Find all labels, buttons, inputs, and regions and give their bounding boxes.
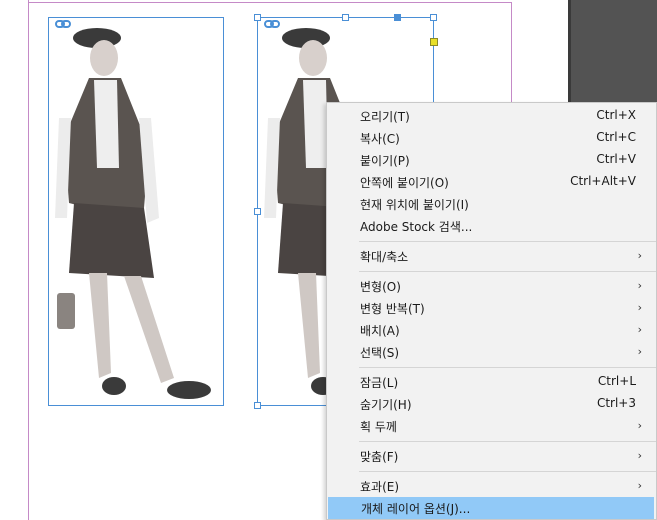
- menu-item[interactable]: 배치(A) ›: [327, 319, 656, 341]
- menu-item-label: 맞춤(F): [360, 450, 399, 464]
- menu-separator: [359, 441, 656, 442]
- submenu-arrow-icon: ›: [637, 345, 642, 358]
- menu-item-shortcut: Ctrl+3: [596, 396, 636, 410]
- panel-divider: [568, 0, 571, 102]
- submenu-arrow-icon: ›: [637, 479, 642, 492]
- menu-item-shortcut: Ctrl+Alt+V: [570, 174, 636, 188]
- menu-item-label: 확대/축소: [360, 250, 409, 264]
- submenu-arrow-icon: ›: [637, 301, 642, 314]
- model-figure-1: [55, 28, 211, 399]
- menu-item-shortcut: Ctrl+V: [596, 152, 636, 166]
- menu-item-label: 복사(C): [360, 132, 400, 146]
- menu-item-label: 변형 반복(T): [360, 302, 425, 316]
- menu-item[interactable]: 숨기기(H) Ctrl+3: [327, 393, 656, 415]
- submenu-arrow-icon: ›: [637, 323, 642, 336]
- menu-item[interactable]: 획 두께 ›: [327, 415, 656, 437]
- menu-item-label: 획 두께: [360, 420, 397, 434]
- resize-handle-middle-left[interactable]: [254, 208, 261, 215]
- menu-item[interactable]: 변형(O) ›: [327, 275, 656, 297]
- menu-item[interactable]: 개체 레이어 옵션(J)...: [328, 497, 654, 519]
- menu-item-label: 안쪽에 붙이기(O): [360, 176, 449, 190]
- image-frame-1[interactable]: [48, 17, 224, 406]
- menu-item-shortcut: Ctrl+C: [596, 130, 636, 144]
- menu-item-label: 오리기(T): [360, 110, 410, 124]
- menu-item-label: 효과(E): [360, 480, 400, 494]
- resize-handle-bottom-left[interactable]: [254, 402, 261, 409]
- link-icon: [55, 13, 71, 28]
- menu-item-label: 현재 위치에 붙이기(I): [360, 198, 469, 212]
- menu-item[interactable]: 선택(S) ›: [327, 341, 656, 363]
- menu-item[interactable]: 효과(E) ›: [327, 475, 656, 497]
- submenu-arrow-icon: ›: [637, 419, 642, 432]
- menu-item-label: 개체 레이어 옵션(J)...: [361, 502, 471, 516]
- menu-item[interactable]: 안쪽에 붙이기(O) Ctrl+Alt+V: [327, 171, 656, 193]
- menu-item[interactable]: Adobe Stock 검색...: [327, 215, 656, 237]
- menu-item-shortcut: Ctrl+X: [596, 108, 636, 122]
- menu-item[interactable]: 변형 반복(T) ›: [327, 297, 656, 319]
- menu-item-shortcut: Ctrl+L: [597, 374, 636, 388]
- menu-item-label: Adobe Stock 검색...: [360, 220, 473, 234]
- submenu-arrow-icon: ›: [637, 449, 642, 462]
- context-menu: 오리기(T) Ctrl+X 복사(C) Ctrl+C 붙이기(P) Ctrl+V 안쪽에 붙…: [326, 102, 657, 520]
- menu-item[interactable]: 확대/축소 ›: [327, 245, 656, 267]
- menu-separator: [359, 471, 656, 472]
- submenu-arrow-icon: ›: [637, 279, 642, 292]
- resize-handle-top-center[interactable]: [342, 14, 349, 21]
- menu-item-label: 잠금(L): [360, 376, 399, 390]
- resize-handle-top-right[interactable]: [430, 14, 437, 21]
- menu-separator: [359, 367, 656, 368]
- side-panel-area: [568, 0, 657, 102]
- page-border-right: [511, 2, 512, 102]
- corner-options-handle[interactable]: [430, 38, 438, 46]
- menu-item[interactable]: 맞춤(F) ›: [327, 445, 656, 467]
- menu-item[interactable]: 현재 위치에 붙이기(I): [327, 193, 656, 215]
- page-border-left: [28, 0, 29, 520]
- menu-item[interactable]: 오리기(T) Ctrl+X: [327, 105, 656, 127]
- menu-item[interactable]: 잠금(L) Ctrl+L: [327, 371, 656, 393]
- resize-handle-top-left[interactable]: [254, 14, 261, 21]
- page-border-top: [28, 2, 511, 3]
- menu-item-label: 선택(S): [360, 346, 400, 360]
- menu-item-label: 배치(A): [360, 324, 400, 338]
- menu-item-label: 변형(O): [360, 280, 401, 294]
- menu-separator: [359, 241, 656, 242]
- reference-point-handle[interactable]: [394, 14, 401, 21]
- submenu-arrow-icon: ›: [637, 249, 642, 262]
- menu-item[interactable]: 붙이기(P) Ctrl+V: [327, 149, 656, 171]
- link-icon: [264, 13, 280, 28]
- menu-item-label: 숨기기(H): [360, 398, 412, 412]
- menu-item[interactable]: 복사(C) Ctrl+C: [327, 127, 656, 149]
- menu-separator: [359, 271, 656, 272]
- menu-item-label: 붙이기(P): [360, 154, 410, 168]
